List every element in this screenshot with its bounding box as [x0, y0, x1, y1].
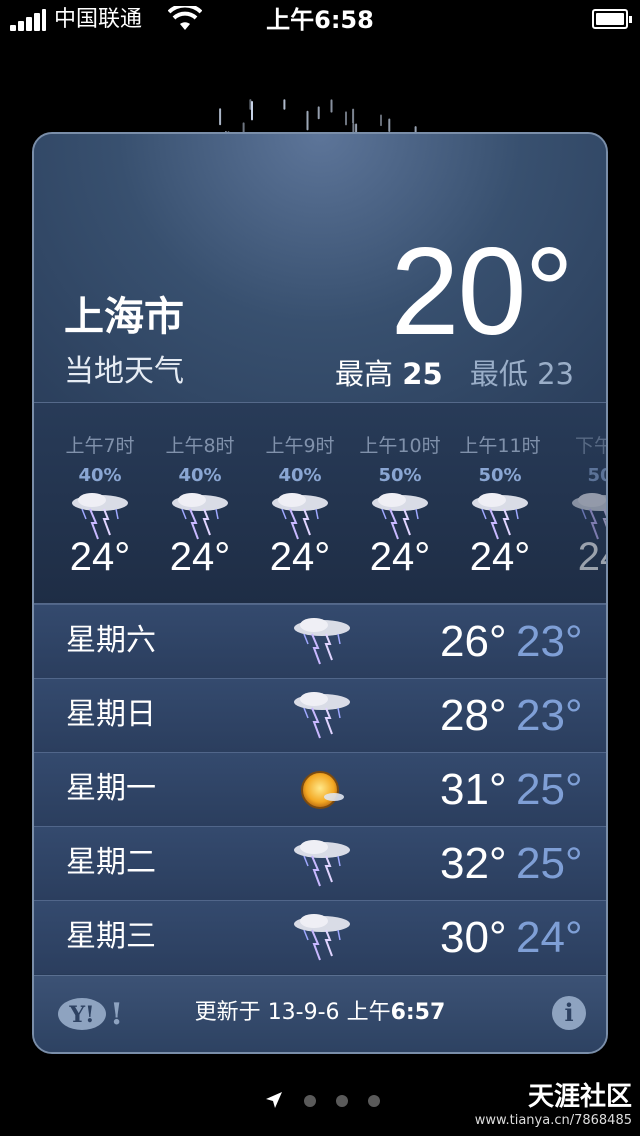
- page-dot[interactable]: [336, 1095, 348, 1107]
- status-time: 上午6:58: [266, 6, 374, 34]
- hour-temperature: 24°: [369, 535, 431, 579]
- page-dot[interactable]: [304, 1095, 316, 1107]
- day-high: 31°: [440, 765, 507, 814]
- hour-temperature: 24°: [69, 535, 131, 579]
- daily-row: 星期三 30° 24°: [34, 900, 606, 974]
- high-low: 最高 25 最低 23: [335, 354, 574, 394]
- high-label: 最高: [335, 357, 394, 391]
- hour-temperature: 24°: [269, 535, 331, 579]
- card-footer: Y! ! 更新于 13-9-6 上午6:57 i: [34, 975, 606, 1052]
- hourly-item: 上午8时 40% 24°: [150, 403, 250, 603]
- day-high: 32°: [440, 839, 507, 888]
- battery-icon: [592, 9, 632, 29]
- hourly-item: 上午9时 40% 24°: [250, 403, 350, 603]
- day-low: 23°: [516, 691, 583, 740]
- hour-temperature: 24: [577, 535, 606, 579]
- page-control[interactable]: [262, 1088, 392, 1114]
- hourly-forecast[interactable]: 上午7时 40% 24° 上午8时 40% 24° 上午9时 40% 24° 上午10时 50% 24…: [34, 402, 606, 604]
- day-name: 星期二: [66, 845, 156, 880]
- updated-prefix: 更新于: [194, 1000, 261, 1025]
- hour-temperature: 24°: [469, 535, 531, 579]
- watermark-url: www.tianya.cn/7868485: [474, 1113, 632, 1128]
- updated-date: 13-9-6: [267, 1000, 340, 1025]
- hour-time: 上午7时: [65, 435, 135, 457]
- daily-row: 星期日 28° 23°: [34, 678, 606, 752]
- location-arrow-icon[interactable]: [264, 1090, 284, 1110]
- low-label: 最低: [469, 357, 528, 391]
- watermark-brand: 天涯社区: [527, 1082, 632, 1112]
- day-name: 星期三: [66, 919, 156, 954]
- day-name: 星期一: [66, 771, 156, 806]
- hourly-item: 上午11时 50% 24°: [450, 403, 550, 603]
- current-temperature: 20°: [390, 223, 574, 361]
- high-value: 25: [402, 357, 443, 391]
- day-low: 25°: [516, 839, 583, 888]
- day-high: 26°: [440, 617, 507, 666]
- precip-chance: 50%: [478, 465, 522, 486]
- page-dot[interactable]: [368, 1095, 380, 1107]
- hour-time: 上午11时: [459, 435, 541, 457]
- thunderstorm-icon: [290, 835, 354, 893]
- weather-card[interactable]: 上海市 当地天气 20° 最高 25 最低 23 上午7时 40% 24° 上午8时 4…: [32, 132, 608, 1054]
- updated-timestamp: 更新于 13-9-6 上午6:57: [34, 996, 606, 1030]
- thunderstorm-icon: [290, 687, 354, 745]
- day-low: 24°: [516, 913, 583, 962]
- precip-chance: 40%: [178, 465, 222, 486]
- status-bar: 中国联通 上午6:58: [0, 0, 640, 40]
- hourly-item: 上午7时 40% 24°: [50, 403, 150, 603]
- day-low: 25°: [516, 765, 583, 814]
- day-name: 星期日: [66, 697, 156, 732]
- precip-chance: 40%: [278, 465, 322, 486]
- hour-time: 下午1: [574, 435, 606, 457]
- low-value: 23: [537, 357, 574, 391]
- precip-chance: 50%: [378, 465, 422, 486]
- sun-icon: [290, 761, 354, 819]
- precip-chance: 40%: [78, 465, 122, 486]
- hour-time: 上午8时: [165, 435, 235, 457]
- thunderstorm-icon: [290, 613, 354, 671]
- hour-time: 上午9时: [265, 435, 335, 457]
- hourly-item: 下午1 50 24: [550, 403, 606, 603]
- day-high: 28°: [440, 691, 507, 740]
- local-weather-label: 当地天气: [64, 354, 184, 389]
- precip-chance: 50: [587, 465, 606, 486]
- info-button[interactable]: i: [552, 996, 586, 1030]
- current-conditions: 上海市 当地天气 20° 最高 25 最低 23: [34, 134, 606, 402]
- daily-row: 星期六 26° 23°: [34, 604, 606, 678]
- daily-row: 星期二 32° 25°: [34, 826, 606, 900]
- hourly-item: 上午10时 50% 24°: [350, 403, 450, 603]
- daily-row: 星期一 31° 25°: [34, 752, 606, 826]
- updated-time: 6:57: [390, 1000, 446, 1025]
- updated-ampm: 上午: [346, 1000, 391, 1025]
- day-low: 23°: [516, 617, 583, 666]
- city-name: 上海市: [64, 294, 184, 340]
- day-high: 30°: [440, 913, 507, 962]
- hour-temperature: 24°: [169, 535, 231, 579]
- thunderstorm-icon: [290, 909, 354, 967]
- day-name: 星期六: [66, 623, 156, 658]
- hour-time: 上午10时: [359, 435, 441, 457]
